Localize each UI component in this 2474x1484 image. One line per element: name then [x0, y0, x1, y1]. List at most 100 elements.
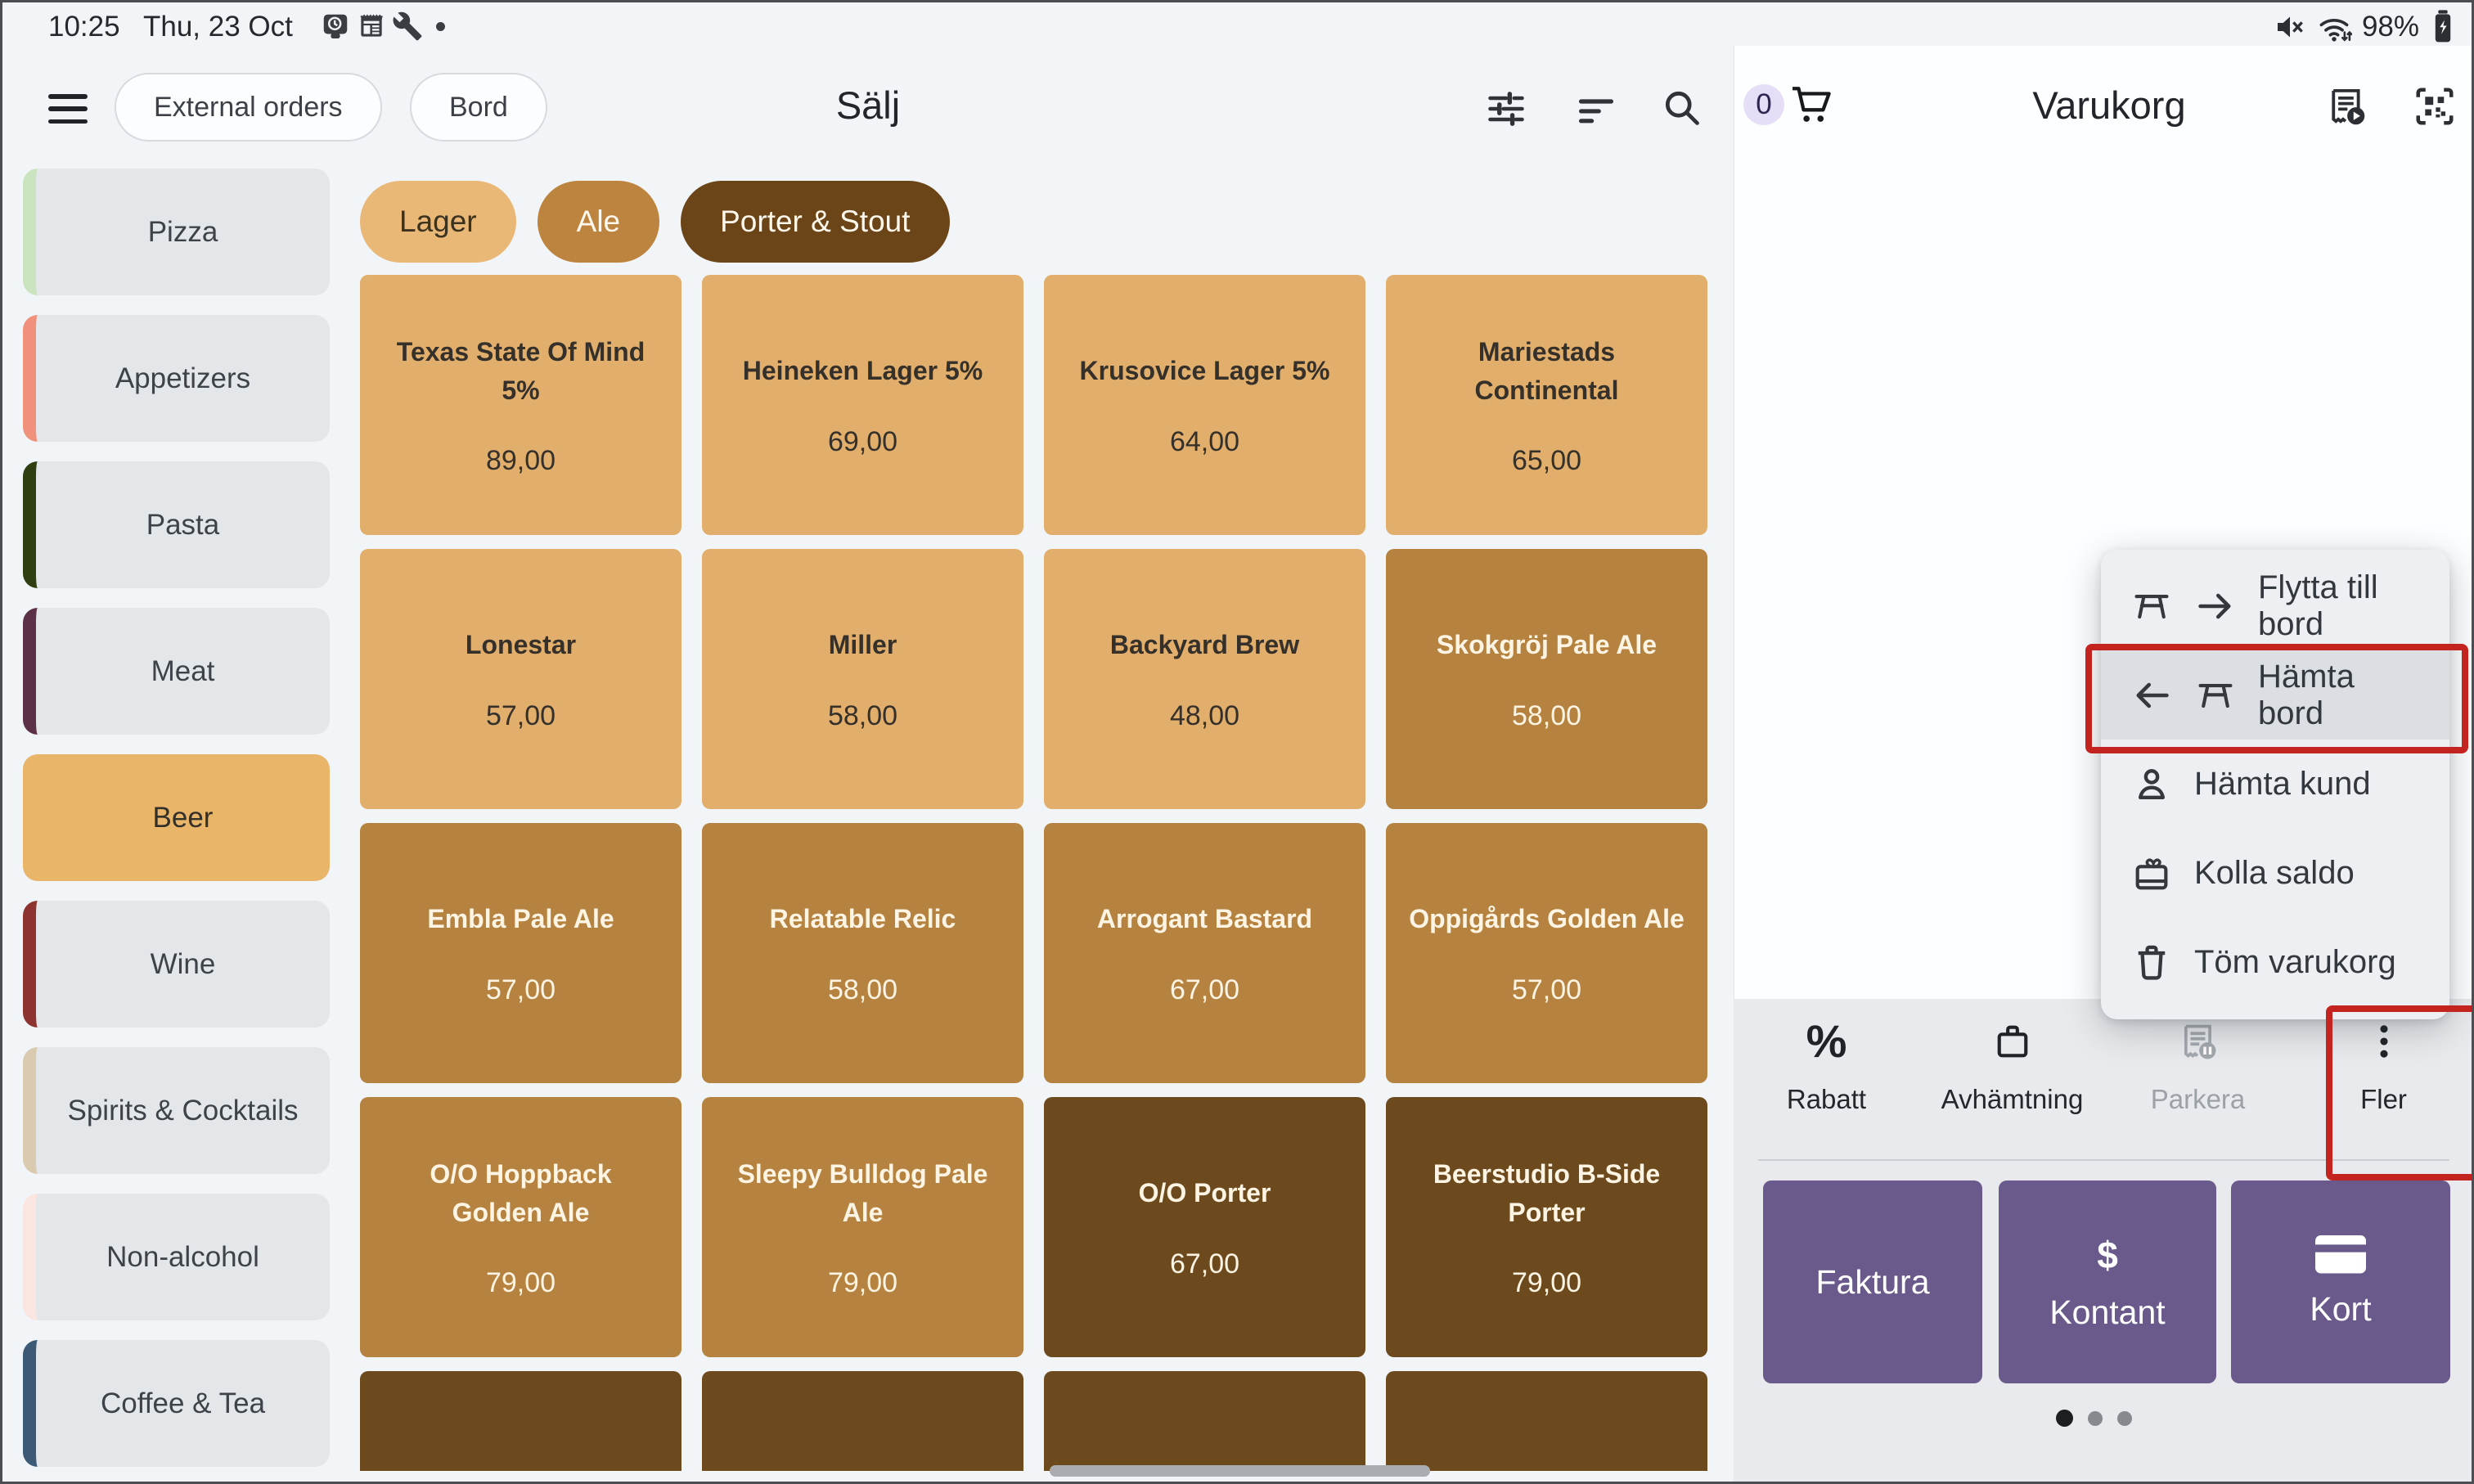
rabatt-button[interactable]: % Rabatt [1734, 1020, 1919, 1115]
product-price: 58,00 [828, 974, 897, 1006]
sidebar-item-meat[interactable]: Meat [23, 608, 330, 735]
product-price: 79,00 [486, 1267, 556, 1299]
chip-label: Porter & Stout [720, 205, 910, 239]
product-name: O/O Hoppback Golden Ale [381, 1155, 660, 1231]
actions-divider [1758, 1159, 2449, 1161]
park-receipt-icon [2177, 1020, 2220, 1063]
arrow-left-icon [2130, 674, 2173, 717]
product-tile[interactable]: Heineken Lager 5%69,00 [702, 275, 1023, 535]
menu-item-tom-varukorg[interactable]: Töm varukorg [2101, 918, 2449, 1007]
page-dot[interactable] [2088, 1411, 2103, 1426]
product-tile[interactable]: Miller58,00 [702, 549, 1023, 809]
faktura-button[interactable]: Faktura [1763, 1180, 1982, 1383]
status-time: 10:25 [48, 11, 120, 43]
menu-item-kolla-saldo[interactable]: Kolla saldo [2101, 829, 2449, 918]
filter-chip-lager[interactable]: Lager [360, 181, 516, 263]
product-tile[interactable]: Krusovice Lager 5%64,00 [1044, 275, 1365, 535]
kontant-button[interactable]: $ Kontant [1999, 1180, 2216, 1383]
product-tile[interactable] [1386, 1371, 1707, 1471]
product-tile[interactable]: Lonestar57,00 [360, 549, 681, 809]
page-title: Sälj [737, 83, 999, 128]
cart-count-badge: 0 [1743, 84, 1784, 125]
terminal-clock-notification-icon [320, 11, 351, 42]
chip-label: Ale [577, 205, 620, 239]
parked-receipts-icon[interactable] [2324, 84, 2368, 128]
category-label: Pizza [148, 216, 218, 249]
sidebar-item-pizza[interactable]: Pizza [23, 169, 330, 295]
menu-item-label: Kolla saldo [2194, 855, 2355, 892]
category-label: Spirits & Cocktails [67, 1095, 298, 1127]
product-tile[interactable]: Beerstudio B-Side Porter79,00 [1386, 1097, 1707, 1357]
category-label: Meat [151, 655, 215, 688]
action-label: Avhämtning [1941, 1084, 2084, 1115]
product-tile[interactable]: O/O Hoppback Golden Ale 79,00 [360, 1097, 681, 1357]
category-label: Coffee & Tea [101, 1387, 265, 1420]
action-label: Fler [2360, 1084, 2407, 1115]
horizontal-scrollbar[interactable] [1050, 1465, 1430, 1477]
product-price: 57,00 [1512, 974, 1581, 1006]
cart-panel-title: Varukorg [1909, 83, 2310, 128]
product-tile[interactable]: Oppigårds Golden Ale57,00 [1386, 823, 1707, 1083]
product-tile[interactable]: Embla Pale Ale57,00 [360, 823, 681, 1083]
menu-item-hamta-kund[interactable]: Hämta kund [2101, 740, 2449, 829]
notepad-notification-icon [356, 11, 387, 42]
arrow-right-icon [2194, 585, 2237, 627]
sort-icon[interactable] [1575, 91, 1617, 133]
more-notifications-dot-icon [436, 22, 445, 31]
product-price: 79,00 [1512, 1267, 1581, 1299]
product-tile[interactable]: Collective Arts [360, 1371, 681, 1471]
bord-button[interactable]: Bord [410, 73, 547, 142]
category-label: Non-alcohol [106, 1241, 259, 1274]
product-tile[interactable]: Relatable Relic58,00 [702, 823, 1023, 1083]
avhamtning-button[interactable]: Avhämtning [1919, 1020, 2105, 1115]
product-tile[interactable]: Sleepy Bulldog Pale Ale79,00 [702, 1097, 1023, 1357]
product-tile[interactable]: Texas State Of Mind 5%89,00 [360, 275, 681, 535]
external-orders-label: External orders [154, 92, 343, 124]
sidebar-item-appetizers[interactable]: Appetizers [23, 315, 330, 442]
product-tile[interactable]: Arrogant Bastard67,00 [1044, 823, 1365, 1083]
product-name: Young's Double [765, 1464, 961, 1471]
sidebar-item-spirits-cocktails[interactable]: Spirits & Cocktails [23, 1047, 330, 1174]
external-orders-button[interactable]: External orders [115, 73, 382, 142]
menu-item-flytta-till-bord[interactable]: Flytta till bord [2101, 561, 2449, 650]
sidebar-item-pasta[interactable]: Pasta [23, 461, 330, 588]
product-name: Mariestads Continental [1407, 333, 1686, 409]
product-name: Heineken Lager 5% [743, 352, 983, 389]
sidebar-item-wine[interactable]: Wine [23, 901, 330, 1028]
person-icon [2130, 763, 2173, 806]
fler-button[interactable]: Fler [2291, 1020, 2474, 1115]
product-name: Miller [829, 626, 897, 663]
search-icon[interactable] [1660, 86, 1703, 128]
filter-chip-porter-stout[interactable]: Porter & Stout [681, 181, 949, 263]
parkera-button[interactable]: Parkera [2105, 1020, 2291, 1115]
sidebar-item-coffee-tea[interactable]: Coffee & Tea [23, 1340, 330, 1467]
filter-chip-ale[interactable]: Ale [538, 181, 659, 263]
hamburger-menu-button[interactable] [48, 94, 88, 124]
mute-icon [2274, 11, 2306, 43]
battery-icon [2429, 9, 2457, 45]
menu-item-label: Flytta till bord [2258, 569, 2420, 643]
page-dot[interactable] [2117, 1411, 2132, 1426]
product-tile[interactable]: O/O Porter67,00 [1044, 1097, 1365, 1357]
product-tile[interactable]: Backyard Brew48,00 [1044, 549, 1365, 809]
product-tile[interactable]: Mariestads Continental 65,00 [1386, 275, 1707, 535]
gift-card-icon [2130, 852, 2173, 895]
sidebar-item-beer[interactable]: Beer [23, 754, 330, 881]
payment-label: Kontant [2049, 1293, 2165, 1332]
sidebar-item-non-alcohol[interactable]: Non-alcohol [23, 1194, 330, 1320]
kort-button[interactable]: Kort [2231, 1180, 2450, 1383]
menu-item-hamta-bord[interactable]: Hämta bord [2101, 650, 2449, 740]
shopping-cart-icon[interactable] [1789, 83, 1833, 127]
product-price: 67,00 [1170, 1248, 1239, 1280]
qr-scan-icon[interactable] [2413, 84, 2457, 128]
product-tile[interactable]: Young's Double [702, 1371, 1023, 1471]
table-icon [2130, 585, 2173, 627]
category-sidebar: Pizza Appetizers Pasta Meat Beer Wine Sp… [23, 169, 330, 1467]
page-dot[interactable] [2056, 1410, 2073, 1427]
product-tile[interactable]: Skokgröj Pale Ale58,00 [1386, 549, 1707, 809]
card-icon [2315, 1235, 2366, 1274]
product-price: 65,00 [1512, 445, 1581, 477]
tune-filter-icon[interactable] [1485, 88, 1527, 130]
product-tile[interactable] [1044, 1371, 1365, 1471]
product-name: Collective Arts [430, 1464, 612, 1471]
